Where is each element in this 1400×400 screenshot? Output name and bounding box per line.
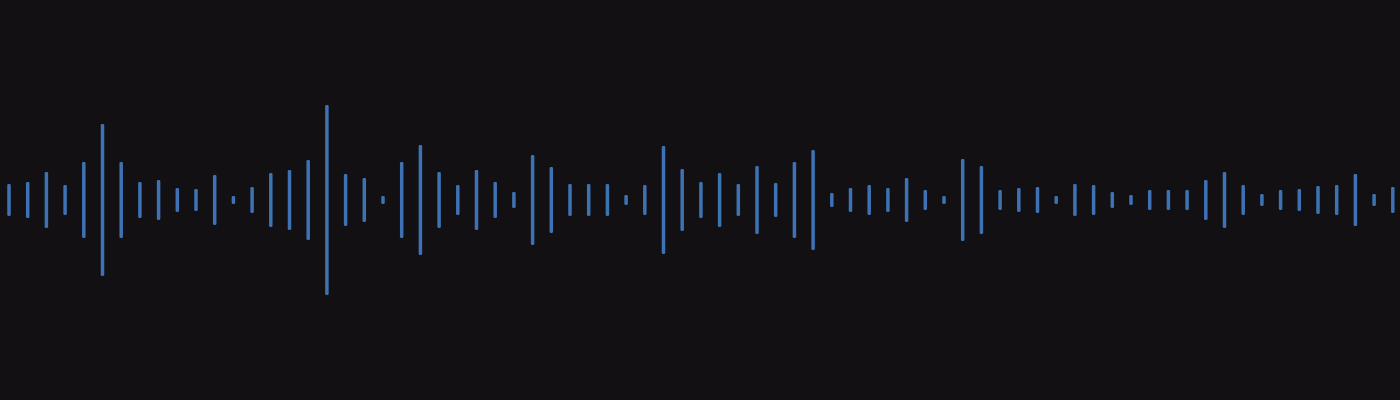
waveform-bar	[923, 190, 928, 210]
waveform-bar	[1166, 190, 1171, 210]
waveform-bar	[605, 184, 610, 216]
waveform-bar	[830, 193, 834, 207]
waveform-bar	[773, 183, 778, 217]
waveform-bar	[1035, 187, 1040, 213]
waveform-bar	[979, 166, 984, 234]
waveform-bar	[381, 196, 385, 204]
waveform-bar	[1334, 185, 1339, 215]
waveform-bar	[886, 188, 890, 212]
waveform-bar	[1185, 190, 1189, 210]
waveform-bar	[138, 182, 142, 218]
waveform-bar	[624, 195, 628, 205]
waveform-bar	[306, 160, 310, 240]
waveform-bar	[1222, 172, 1227, 228]
waveform-bar	[1353, 174, 1358, 226]
waveform-bar	[1204, 180, 1208, 220]
waveform-bar	[512, 192, 516, 208]
waveform-bar	[755, 166, 759, 234]
waveform-bar	[474, 170, 479, 230]
waveform-bar	[418, 145, 423, 255]
waveform-bar	[661, 146, 666, 254]
waveform-bar	[269, 173, 273, 227]
waveform-bar	[175, 188, 180, 212]
waveform-bar	[811, 150, 815, 250]
waveform-bar	[1147, 190, 1152, 210]
waveform-bar	[904, 178, 909, 222]
waveform-bar	[867, 185, 871, 215]
waveform-bar	[44, 172, 49, 228]
waveform-bar	[942, 196, 946, 204]
waveform-bar	[530, 155, 535, 245]
waveform-bar	[998, 190, 1002, 210]
waveform-bar	[792, 162, 797, 238]
waveform-bar	[156, 180, 161, 220]
waveform-bar	[680, 169, 684, 231]
waveform-bar	[119, 162, 123, 238]
waveform-bar	[456, 185, 460, 215]
waveform-bar	[194, 189, 198, 211]
waveform-bar	[287, 170, 292, 230]
waveform-bar	[848, 188, 853, 212]
waveform-bar	[960, 159, 965, 241]
waveform-bar	[1297, 189, 1302, 211]
waveform-bar	[568, 184, 572, 216]
audio-waveform[interactable]	[0, 0, 1400, 400]
waveform-bar	[1129, 195, 1133, 205]
waveform-bar	[1241, 185, 1245, 215]
waveform-bar	[1110, 192, 1115, 208]
waveform-bar	[1054, 196, 1058, 204]
waveform-bar	[63, 185, 67, 215]
waveform-bar	[325, 105, 329, 295]
waveform-bar	[1260, 194, 1264, 206]
waveform-bar	[343, 174, 348, 226]
waveform-bar	[699, 182, 703, 218]
waveform-bar	[7, 184, 11, 216]
waveform-bar	[231, 196, 236, 204]
waveform-bar	[82, 162, 86, 238]
waveform-bar	[362, 178, 367, 222]
waveform-bar	[212, 175, 217, 225]
waveform-bar	[1073, 184, 1077, 216]
waveform-bar	[250, 187, 254, 213]
waveform-canvas[interactable]	[0, 0, 1400, 400]
waveform-bar	[1278, 190, 1283, 210]
waveform-bar	[25, 182, 30, 218]
waveform-bar	[717, 173, 722, 227]
waveform-bar	[643, 185, 647, 215]
waveform-bar	[736, 184, 741, 216]
waveform-bar	[100, 124, 105, 276]
waveform-bar	[399, 162, 404, 238]
waveform-bar	[1316, 186, 1320, 214]
waveform-bar	[1372, 194, 1376, 206]
waveform-bar	[1391, 187, 1395, 213]
waveform-bar	[586, 184, 591, 216]
waveform-bar	[437, 172, 441, 228]
waveform-bar	[549, 167, 554, 233]
waveform-bar	[493, 182, 497, 218]
waveform-bar	[1017, 188, 1021, 212]
waveform-bar	[1091, 185, 1096, 215]
